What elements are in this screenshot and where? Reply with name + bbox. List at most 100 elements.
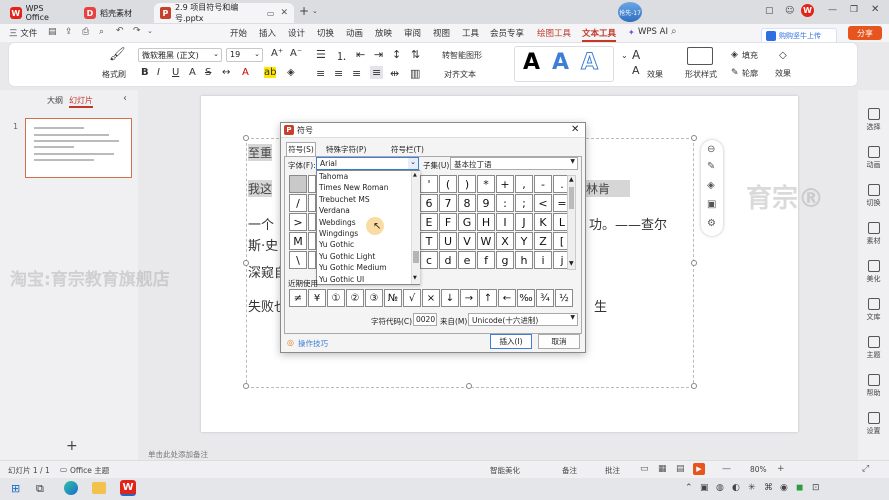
tray-app-icon[interactable]: ✳ bbox=[748, 483, 756, 493]
scroll-up-icon[interactable]: ▲ bbox=[413, 172, 417, 178]
recent-symbol-cell[interactable]: ↓ bbox=[441, 289, 459, 307]
zoom-out-icon[interactable]: — bbox=[722, 464, 731, 474]
close-dialog-icon[interactable]: ✕ bbox=[571, 124, 579, 135]
text-effect-button[interactable]: 效果 bbox=[647, 69, 663, 80]
zoom-in-icon[interactable]: + bbox=[777, 464, 785, 474]
right-tool-help[interactable]: 帮助 bbox=[858, 374, 889, 398]
task-view-icon[interactable]: ⧉ bbox=[36, 482, 44, 496]
grid-scrollbar[interactable]: ▲ ▼ bbox=[567, 175, 576, 270]
symbol-cell[interactable]: V bbox=[458, 232, 476, 250]
symbol-cell[interactable]: - bbox=[534, 175, 552, 193]
resize-handle[interactable] bbox=[691, 135, 697, 141]
avatar[interactable]: 抢先-17 bbox=[618, 2, 642, 22]
columns-icon[interactable]: ▥ bbox=[410, 67, 420, 80]
symbol-cell[interactable]: 9 bbox=[477, 194, 495, 212]
menu-member[interactable]: 会员专享 bbox=[490, 27, 524, 39]
search-icon[interactable]: ⌕ bbox=[671, 26, 677, 37]
line-spacing-icon[interactable]: ↕ bbox=[392, 48, 401, 61]
close-window-icon[interactable]: ✕ bbox=[871, 4, 879, 15]
print-icon[interactable]: ⎙ bbox=[82, 27, 89, 37]
recent-symbol-cell[interactable]: ¥ bbox=[308, 289, 326, 307]
chevron-up-icon[interactable]: ⌃ bbox=[685, 483, 693, 493]
recent-symbol-cell[interactable]: ‰ bbox=[517, 289, 535, 307]
align-text-button[interactable]: 对齐文本 bbox=[444, 69, 476, 80]
slide-thumbnail[interactable] bbox=[25, 118, 132, 178]
scroll-thumb[interactable] bbox=[569, 187, 574, 209]
font-combo[interactable]: Arial ⌄ bbox=[316, 157, 419, 170]
menu-transition[interactable]: 切换 bbox=[317, 27, 334, 39]
dropdown-scrollbar[interactable]: ▲ ▼ bbox=[411, 171, 420, 284]
symbol-cell[interactable]: M bbox=[289, 232, 307, 250]
symbol-cell[interactable]: E bbox=[420, 213, 438, 231]
right-tool-material[interactable]: 素材 bbox=[858, 222, 889, 246]
text-style-outline[interactable]: A bbox=[580, 50, 598, 76]
skin-icon[interactable]: ☺ bbox=[785, 6, 794, 16]
collapse-pane-icon[interactable]: ‹ bbox=[123, 93, 127, 104]
notes-placeholder[interactable]: 单击此处添加备注 bbox=[148, 449, 208, 460]
fill-button[interactable]: 填充 bbox=[742, 50, 758, 61]
symbol-cell[interactable]: 6 bbox=[420, 194, 438, 212]
share-button[interactable]: 分享 bbox=[848, 26, 882, 40]
resize-handle[interactable] bbox=[243, 383, 249, 389]
symbol-cell[interactable]: h bbox=[515, 251, 533, 269]
undo-icon[interactable]: ↶ bbox=[116, 26, 124, 36]
tray-app-icon[interactable]: ▣ bbox=[700, 483, 709, 493]
layout-icon[interactable]: ▣ bbox=[707, 199, 716, 210]
add-tab-button[interactable]: + bbox=[299, 4, 309, 18]
minimize-icon[interactable]: — bbox=[828, 5, 837, 15]
network-icon[interactable]: ⌘ bbox=[764, 483, 773, 493]
font-option[interactable]: Wingdings bbox=[319, 229, 358, 238]
tab-outline[interactable]: 大纲 bbox=[47, 95, 63, 106]
scroll-thumb[interactable] bbox=[413, 251, 419, 263]
symbol-cell[interactable]: W bbox=[477, 232, 495, 250]
decrease-font-icon[interactable]: A⁻ bbox=[290, 48, 302, 59]
increase-indent-icon[interactable]: ⇥ bbox=[374, 48, 383, 61]
chevron-down-icon[interactable]: ⌄ bbox=[147, 27, 153, 35]
underline-icon[interactable]: U bbox=[172, 67, 179, 78]
resize-handle[interactable] bbox=[466, 383, 472, 389]
symbol-cell[interactable]: T bbox=[420, 232, 438, 250]
reading-view-icon[interactable]: ▤ bbox=[676, 464, 685, 474]
font-option[interactable]: Webdings bbox=[319, 218, 356, 227]
tab-wps-office[interactable]: W WPS Office bbox=[4, 3, 74, 23]
normal-view-icon[interactable]: ▭ bbox=[640, 464, 649, 474]
justify-icon[interactable]: ≡ bbox=[370, 66, 384, 79]
text-style-blue[interactable]: A bbox=[552, 50, 569, 75]
shadow-icon[interactable]: A bbox=[189, 67, 196, 78]
symbol-cell[interactable]: / bbox=[289, 194, 307, 212]
format-painter-button[interactable]: 格式刷 bbox=[102, 69, 126, 80]
menu-view[interactable]: 视图 bbox=[433, 27, 450, 39]
symbol-cell[interactable] bbox=[308, 175, 316, 193]
symbol-cell[interactable] bbox=[308, 251, 316, 269]
bullets-icon[interactable]: ☰ bbox=[316, 48, 326, 61]
recent-symbol-cell[interactable]: ← bbox=[498, 289, 516, 307]
tray-app-icon[interactable]: ◉ bbox=[780, 483, 788, 493]
save-icon[interactable]: ▤ bbox=[48, 27, 57, 37]
symbol-cell[interactable]: i bbox=[534, 251, 552, 269]
recent-symbol-cell[interactable]: → bbox=[460, 289, 478, 307]
maximize-icon[interactable]: ❐ bbox=[850, 5, 858, 15]
fill-icon[interactable]: ◈ bbox=[707, 180, 715, 191]
file-explorer-icon[interactable] bbox=[92, 482, 106, 494]
italic-icon[interactable]: I bbox=[157, 67, 160, 78]
tray-app-icon[interactable]: ⊡ bbox=[812, 483, 820, 493]
spacing-icon[interactable]: ↔ bbox=[222, 67, 230, 78]
window-mode-icon[interactable]: ▢ bbox=[765, 6, 774, 16]
pen-icon[interactable]: ✎ bbox=[707, 161, 715, 172]
menu-design[interactable]: 设计 bbox=[288, 27, 305, 39]
symbol-cell[interactable]: X bbox=[496, 232, 514, 250]
strikethrough-icon[interactable]: S bbox=[205, 67, 211, 78]
menu-animation[interactable]: 动画 bbox=[346, 27, 363, 39]
recent-symbol-cell[interactable]: √ bbox=[403, 289, 421, 307]
sorter-view-icon[interactable]: ▦ bbox=[658, 464, 667, 474]
preview-icon[interactable]: ⌕ bbox=[99, 27, 104, 37]
symbol-cell[interactable]: d bbox=[439, 251, 457, 269]
symbol-cell[interactable]: J bbox=[515, 213, 533, 231]
recent-symbol-cell[interactable]: ≠ bbox=[289, 289, 307, 307]
text-style-black[interactable]: A bbox=[523, 50, 540, 75]
outline-button[interactable]: 轮廓 bbox=[742, 68, 758, 79]
text-outline-icon[interactable]: A bbox=[632, 64, 640, 77]
effect-button[interactable]: 效果 bbox=[775, 68, 791, 79]
recent-symbol-cell[interactable]: № bbox=[384, 289, 402, 307]
theme-name[interactable]: Office 主题 bbox=[70, 465, 109, 476]
